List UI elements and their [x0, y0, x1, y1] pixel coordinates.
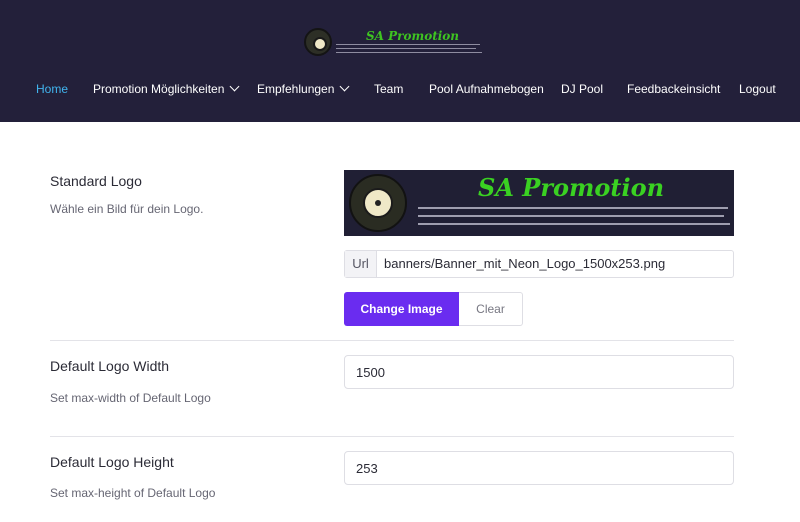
change-image-button[interactable]: Change Image — [344, 292, 459, 326]
logo-height-input[interactable] — [344, 451, 734, 485]
nav-item-dj-pool[interactable]: DJ Pool — [561, 80, 603, 98]
brand-tagline-line — [336, 52, 482, 53]
banner-tagline-line — [418, 207, 728, 209]
standard-logo-description: Wähle ein Bild für dein Logo. — [50, 202, 204, 216]
nav-item-home[interactable]: Home — [36, 80, 68, 98]
nav-item-label: Empfehlungen — [257, 82, 335, 96]
vinyl-record-icon — [349, 174, 407, 232]
nav-item-label: DJ Pool — [561, 82, 604, 96]
banner-title: SA Promotion — [478, 173, 665, 202]
site-logo[interactable]: SA Promotion — [304, 28, 484, 58]
section-divider — [50, 436, 734, 437]
nav-item-empfehlungen[interactable]: Empfehlungen — [257, 80, 350, 98]
banner-tagline-line — [418, 223, 730, 225]
chevron-down-icon — [229, 81, 240, 92]
section-divider — [50, 340, 734, 341]
nav-item-label: Logout — [739, 82, 776, 96]
vinyl-center-dot — [375, 200, 381, 206]
nav-item-label: Pool Aufnahmebogen — [429, 82, 544, 96]
logo-url-field[interactable]: Url banners/Banner_mit_Neon_Logo_1500x25… — [344, 250, 734, 278]
url-addon-label: Url — [345, 251, 377, 277]
chevron-down-icon — [339, 81, 350, 92]
brand-tagline-line — [336, 44, 480, 45]
logo-width-input[interactable] — [344, 355, 734, 389]
logo-height-title: Default Logo Height — [50, 454, 174, 470]
brand-title: SA Promotion — [366, 29, 460, 43]
logo-width-description: Set max-width of Default Logo — [50, 391, 211, 405]
nav-item-label: Home — [36, 82, 69, 96]
logo-url-value[interactable]: banners/Banner_mit_Neon_Logo_1500x253.pn… — [384, 251, 665, 277]
standard-logo-title: Standard Logo — [50, 173, 142, 189]
clear-image-button[interactable]: Clear — [459, 292, 523, 326]
nav-item-team[interactable]: Team — [374, 80, 403, 98]
nav-item-promotion-moeglichkeiten[interactable]: Promotion Möglichkeiten — [93, 80, 240, 98]
logo-height-description: Set max-height of Default Logo — [50, 486, 216, 500]
logo-width-title: Default Logo Width — [50, 358, 170, 374]
brand-tagline-line — [336, 48, 476, 49]
main-navigation: Home Promotion Möglichkeiten Empfehlunge… — [0, 80, 800, 98]
vinyl-label — [363, 188, 393, 218]
nav-item-label: Feedbackeinsicht — [627, 82, 721, 96]
banner-tagline-line — [418, 215, 724, 217]
nav-item-label: Team — [374, 82, 404, 96]
nav-item-logout[interactable]: Logout — [739, 80, 776, 98]
nav-item-feedbackeinsicht[interactable]: Feedbackeinsicht — [627, 80, 720, 98]
nav-item-pool-aufnahmebogen[interactable]: Pool Aufnahmebogen — [429, 80, 544, 98]
nav-item-label: Promotion Möglichkeiten — [93, 82, 225, 96]
logo-preview-image: SA Promotion — [344, 170, 734, 236]
site-header: SA Promotion Home Promotion Möglichkeite… — [0, 0, 800, 122]
vinyl-record-icon — [304, 28, 332, 56]
